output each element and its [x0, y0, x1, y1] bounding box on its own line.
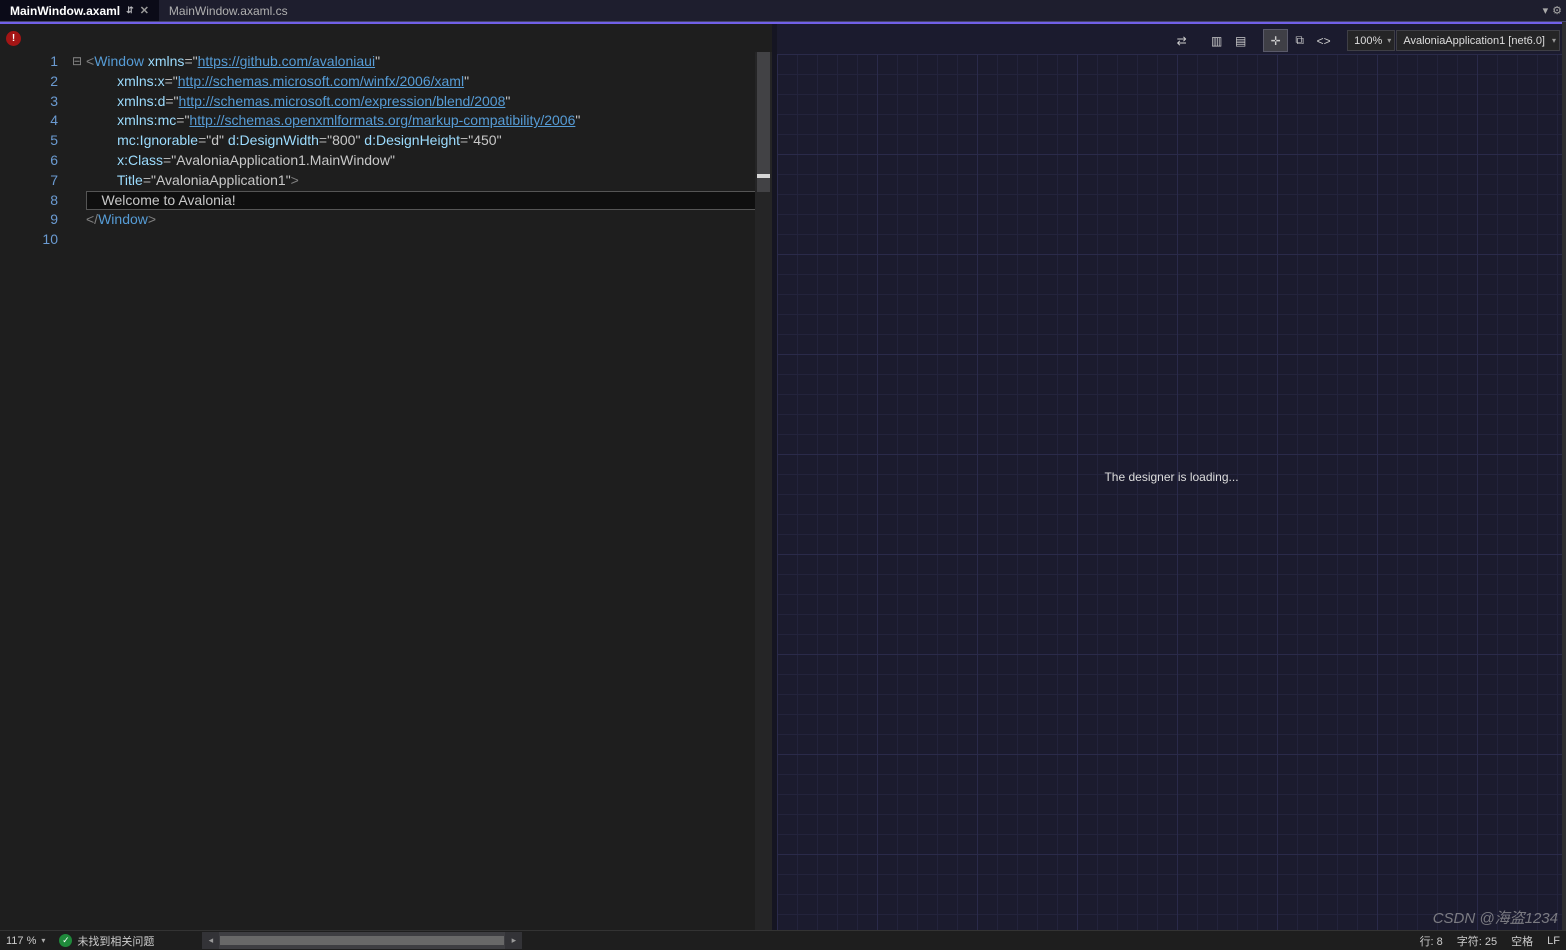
- tab-overflow-icon[interactable]: ▾: [1543, 4, 1549, 17]
- zoom-value: 100%: [1354, 35, 1382, 47]
- check-icon: ✓: [59, 934, 72, 947]
- tab-label: MainWindow.axaml.cs: [169, 4, 288, 18]
- scroll-track[interactable]: [220, 936, 504, 945]
- snap-grid-button[interactable]: ✛: [1264, 30, 1287, 51]
- chevron-down-icon: ▾: [41, 936, 45, 945]
- workspace: 12345678910 ⊟ <Window xmlns="https://git…: [0, 22, 1566, 930]
- status-bar: 117 % ▾ ✓ 未找到相关问题 ◂ ▸ 行: 8 字符: 25 空格 LF: [0, 930, 1566, 950]
- layout-vertical-button[interactable]: ▤: [1229, 30, 1252, 51]
- tab-mainwindow-axaml-cs[interactable]: MainWindow.axaml.cs: [159, 0, 298, 21]
- status-issues-text: 未找到相关问题: [77, 933, 154, 949]
- snap-lines-button[interactable]: ⧉: [1288, 30, 1311, 51]
- status-line-ending[interactable]: LF: [1547, 935, 1560, 947]
- fold-gutter[interactable]: ⊟: [70, 52, 84, 930]
- designer-loading-message: The designer is loading...: [777, 24, 1566, 930]
- scroll-left-icon[interactable]: ◂: [202, 932, 219, 949]
- status-line[interactable]: 行: 8: [1420, 933, 1443, 949]
- designer-toolbar: ⇄ ▥ ▤ ✛ ⧉ <> 100% AvaloniaApplication1 […: [1170, 28, 1560, 53]
- code-content[interactable]: <Window xmlns="https://github.com/avalon…: [84, 52, 772, 930]
- status-char[interactable]: 字符: 25: [1457, 933, 1497, 949]
- tab-mainwindow-axaml[interactable]: MainWindow.axaml ⇵ ✕: [0, 0, 159, 21]
- overview-marker: [757, 174, 770, 178]
- pin-icon: ⇵: [126, 5, 134, 16]
- status-issues[interactable]: ✓ 未找到相关问题: [59, 933, 154, 949]
- error-indicator-icon[interactable]: !: [6, 31, 21, 46]
- line-number-gutter: 12345678910: [0, 52, 70, 930]
- editor-horizontal-scrollbar[interactable]: ◂ ▸: [202, 932, 522, 949]
- scrollbar-thumb[interactable]: [757, 52, 770, 192]
- config-value: AvaloniaApplication1 [net6.0]: [1403, 35, 1545, 47]
- scroll-right-icon[interactable]: ▸: [505, 932, 522, 949]
- layout-horizontal-button[interactable]: ▥: [1205, 30, 1228, 51]
- gear-icon[interactable]: ⚙: [1552, 4, 1562, 17]
- designer-pane: The designer is loading...: [777, 24, 1566, 930]
- tab-label: MainWindow.axaml: [10, 4, 120, 18]
- editor-pane: 12345678910 ⊟ <Window xmlns="https://git…: [0, 24, 772, 930]
- right-margin-strip: [1562, 22, 1566, 930]
- zoom-dropdown[interactable]: 100%: [1347, 30, 1395, 51]
- code-editor[interactable]: 12345678910 ⊟ <Window xmlns="https://git…: [0, 52, 772, 930]
- status-indent[interactable]: 空格: [1511, 933, 1533, 949]
- status-zoom-value: 117 %: [6, 935, 36, 947]
- editor-vertical-scrollbar[interactable]: [755, 52, 772, 930]
- status-zoom[interactable]: 117 % ▾: [6, 935, 45, 947]
- config-dropdown[interactable]: AvaloniaApplication1 [net6.0]: [1396, 30, 1560, 51]
- swap-panes-button[interactable]: ⇄: [1170, 30, 1193, 51]
- tab-strip: MainWindow.axaml ⇵ ✕ MainWindow.axaml.cs…: [0, 0, 1566, 22]
- code-view-button[interactable]: <>: [1312, 30, 1335, 51]
- close-icon[interactable]: ✕: [140, 4, 149, 17]
